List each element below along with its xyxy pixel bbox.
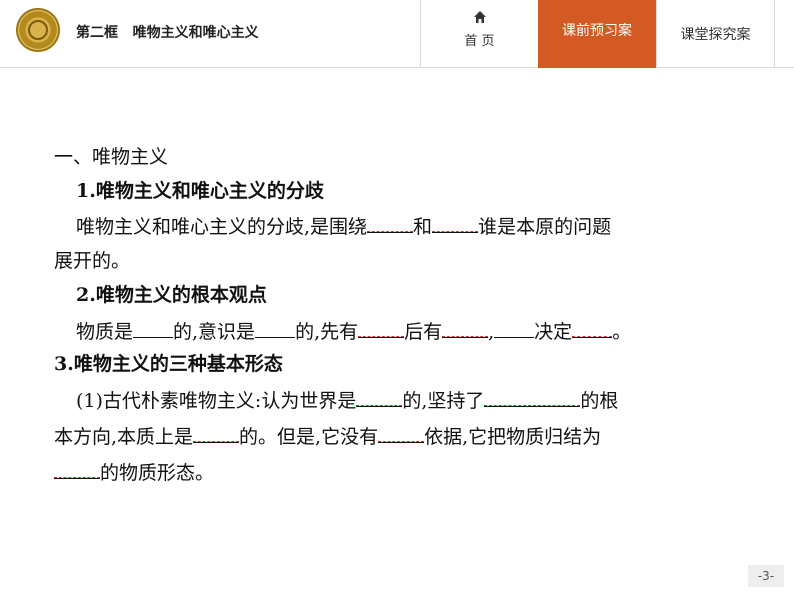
- nav-divider: [774, 0, 775, 68]
- fill-blank: [54, 458, 100, 479]
- section-3-line-3: 的物质形态。: [54, 458, 214, 486]
- tab-preview[interactable]: 课前预习案: [538, 0, 656, 68]
- text-run: 和: [413, 216, 433, 238]
- fill-blank: [442, 317, 489, 338]
- fill-blank: [484, 386, 581, 407]
- home-icon: [473, 10, 487, 24]
- fill-blank: [432, 212, 479, 233]
- fill-blank: [367, 212, 414, 233]
- text-run: 依据,它把物质归结为: [424, 426, 602, 448]
- section-2-title: 2.唯物主义的根本观点: [76, 284, 267, 306]
- text-run: 的,先有: [295, 321, 359, 343]
- fill-blank: [378, 422, 425, 443]
- section-3-line-1: (1)古代朴素唯物主义:认为世界是 的,坚持了 的根: [76, 386, 618, 414]
- fill-blank: [494, 317, 535, 338]
- text-run: 后有: [404, 321, 443, 343]
- section-3-title: 3.唯物主义的三种基本形态: [54, 353, 283, 375]
- tab-classroom[interactable]: 课堂探究案: [657, 0, 774, 68]
- fill-blank: [358, 317, 405, 338]
- home-label: 首 页: [464, 34, 495, 49]
- text-run: 决定: [534, 321, 573, 343]
- section-3-line-2: 本方向,本质上是 的。但是,它没有 依据,它把物质归结为: [54, 422, 601, 450]
- page-number: -3-: [748, 565, 784, 587]
- fill-blank: [572, 317, 613, 338]
- text-run: 的。但是,它没有: [239, 426, 379, 448]
- school-emblem-icon: [16, 8, 60, 52]
- section-1-title: 1.唯物主义和唯心主义的分歧: [76, 180, 324, 202]
- section-2-line: 物质是 的,意识是 的,先有 后有, 决定。: [76, 317, 631, 345]
- lesson-title: 第二框 唯物主义和唯心主义: [76, 25, 259, 41]
- text-run: 物质是: [76, 321, 134, 343]
- home-button[interactable]: 首 页: [421, 0, 538, 68]
- fill-blank: [133, 317, 174, 338]
- text-run: (1)古代朴素唯物主义:认为世界是: [76, 390, 357, 412]
- text-run: 本方向,本质上是: [54, 426, 194, 448]
- text-run: 谁是本原的问题: [478, 216, 612, 238]
- text-run: 。: [612, 321, 632, 343]
- fill-blank: [356, 386, 403, 407]
- section-1-line-1: 唯物主义和唯心主义的分歧,是围绕 和 谁是本原的问题: [76, 212, 611, 240]
- text-run: 唯物主义和唯心主义的分歧,是围绕: [76, 216, 368, 238]
- text-run: 的,坚持了: [402, 390, 485, 412]
- fill-blank: [255, 317, 296, 338]
- text-run: 的,意识是: [173, 321, 256, 343]
- heading-materialism: 一、唯物主义: [54, 146, 169, 168]
- text-run: 的物质形态。: [100, 462, 215, 484]
- fill-blank: [193, 422, 240, 443]
- section-1-line-2: 展开的。: [54, 250, 131, 272]
- text-run: 的根: [580, 390, 619, 412]
